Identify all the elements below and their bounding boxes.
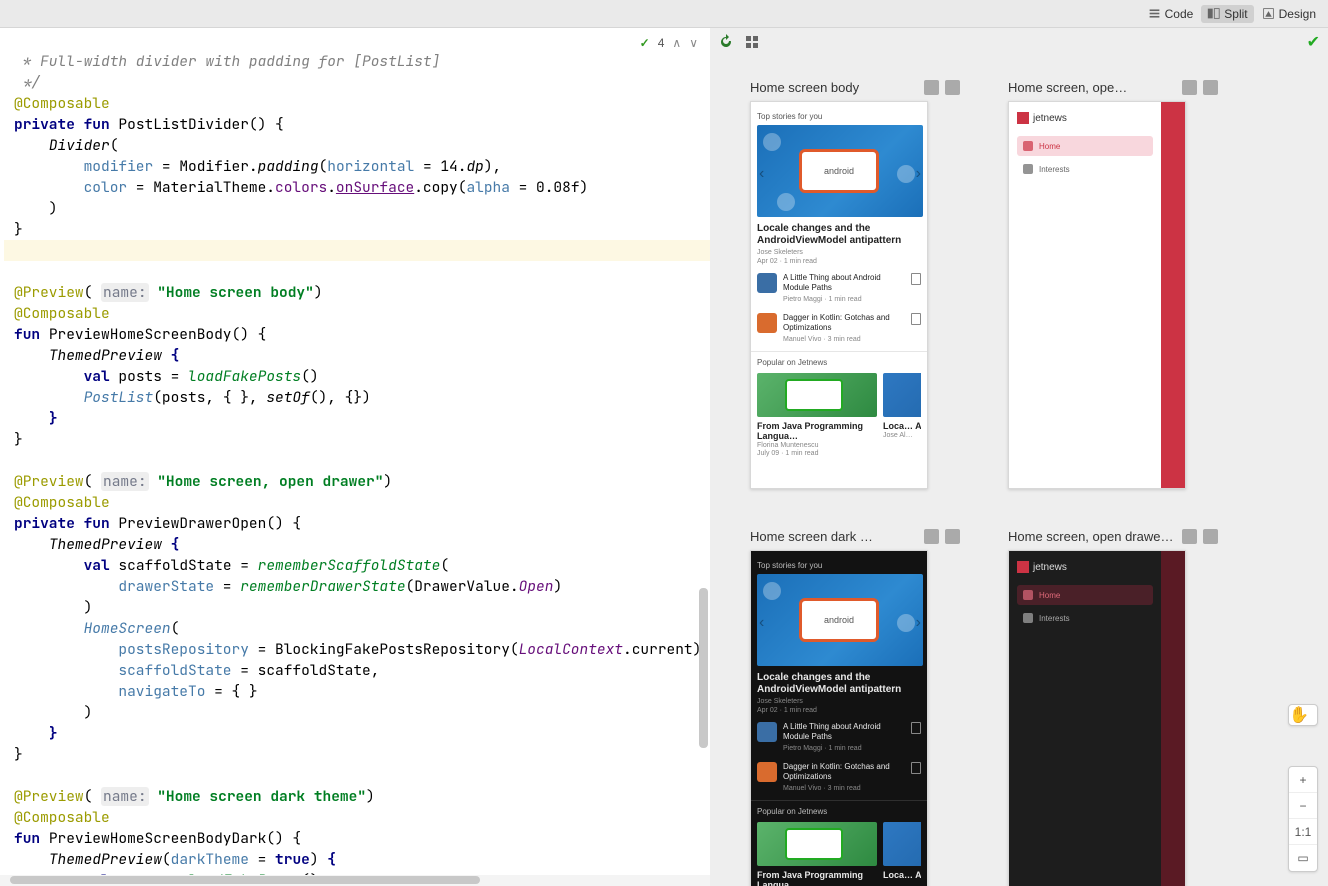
article-title: Locale changes and the AndroidViewModel … — [757, 223, 921, 247]
code-editor-pane: ✓ 4 ∧ ∨ * Full-width divider with paddin… — [0, 28, 710, 886]
refresh-icon[interactable] — [718, 34, 734, 50]
thumb-icon — [757, 273, 777, 293]
article-author: Jose Skeleters — [757, 249, 921, 256]
app-logo: jetnews — [1017, 112, 1153, 124]
interactive-icon[interactable] — [945, 80, 960, 95]
hero-image: android ‹› — [757, 125, 923, 217]
preview-title: Home screen body — [750, 80, 918, 95]
editor-vertical-scrollbar[interactable] — [699, 588, 708, 748]
interactive-icon[interactable] — [1203, 529, 1218, 544]
mode-design[interactable]: Design — [1256, 5, 1322, 23]
zoom-controls: + − 1:1 ▭ — [1288, 766, 1318, 872]
editor-inspection-toolbar: ✓ 4 ∧ ∨ — [640, 36, 698, 50]
mode-split[interactable]: Split — [1201, 5, 1253, 23]
preview-cell: Home screen, ope… jetnews Home Interests — [1008, 80, 1218, 489]
code-comment: * Full-width divider with padding for [P… — [14, 52, 440, 71]
editor-horizontal-scrollbar[interactable] — [0, 875, 710, 886]
preview-canvas[interactable]: Top stories for you android‹› Locale cha… — [750, 550, 928, 886]
settings-icon[interactable] — [744, 34, 760, 50]
preview-canvas[interactable]: jetnews Home Interests — [1008, 550, 1186, 886]
preview-pane: ✔ Home screen body Top stories for you — [710, 28, 1328, 886]
drawer-scrim — [1161, 102, 1185, 488]
inspection-prev-icon[interactable]: ∧ — [672, 36, 681, 50]
preview-cell: Home screen, open drawer dar… jetnews Ho… — [1008, 529, 1218, 886]
deploy-icon[interactable] — [924, 80, 939, 95]
annotation: @Composable — [14, 94, 110, 113]
preview-status-ok-icon[interactable]: ✔ — [1307, 32, 1320, 52]
inspection-next-icon[interactable]: ∨ — [689, 36, 698, 50]
article-meta: Apr 02 · 1 min read — [757, 258, 921, 265]
deploy-icon[interactable] — [1182, 529, 1197, 544]
section-label: Popular on Jetnews — [757, 358, 921, 367]
code-comment: */ — [14, 73, 40, 92]
preview-title: Home screen, ope… — [1008, 80, 1176, 95]
drawer-item-interests: Interests — [1017, 159, 1153, 179]
deploy-icon[interactable] — [924, 529, 939, 544]
zoom-out-button[interactable]: − — [1289, 793, 1317, 819]
preview-cell: Home screen dark … Top stories for you a… — [750, 529, 960, 886]
interactive-icon[interactable] — [1203, 80, 1218, 95]
thumb-icon — [757, 313, 777, 333]
preview-toolbar: ✔ — [710, 28, 1328, 56]
deploy-icon[interactable] — [1182, 80, 1197, 95]
pan-tool[interactable]: ✋ — [1288, 704, 1318, 726]
preview-cell: Home screen body Top stories for you and… — [750, 80, 960, 489]
inspection-ok-icon[interactable]: ✓ — [640, 36, 650, 50]
inspection-count[interactable]: 4 — [658, 36, 665, 50]
zoom-in-button[interactable]: + — [1289, 767, 1317, 793]
drawer-item-home: Home — [1017, 136, 1153, 156]
bookmark-icon — [911, 273, 921, 285]
code-editor[interactable]: * Full-width divider with padding for [P… — [0, 28, 710, 875]
zoom-reset-button[interactable]: 1:1 — [1289, 819, 1317, 845]
preview-canvas[interactable]: Top stories for you android ‹› Locale ch… — [750, 101, 928, 489]
interactive-icon[interactable] — [945, 529, 960, 544]
bookmark-icon — [911, 313, 921, 325]
zoom-fit-button[interactable]: ▭ — [1289, 845, 1317, 871]
preview-title: Home screen dark … — [750, 529, 918, 544]
mode-code[interactable]: Code — [1142, 5, 1200, 23]
view-mode-toolbar: Code Split Design — [0, 0, 1328, 28]
section-label: Top stories for you — [757, 112, 921, 121]
preview-title: Home screen, open drawer dar… — [1008, 529, 1176, 544]
preview-canvas[interactable]: jetnews Home Interests — [1008, 101, 1186, 489]
